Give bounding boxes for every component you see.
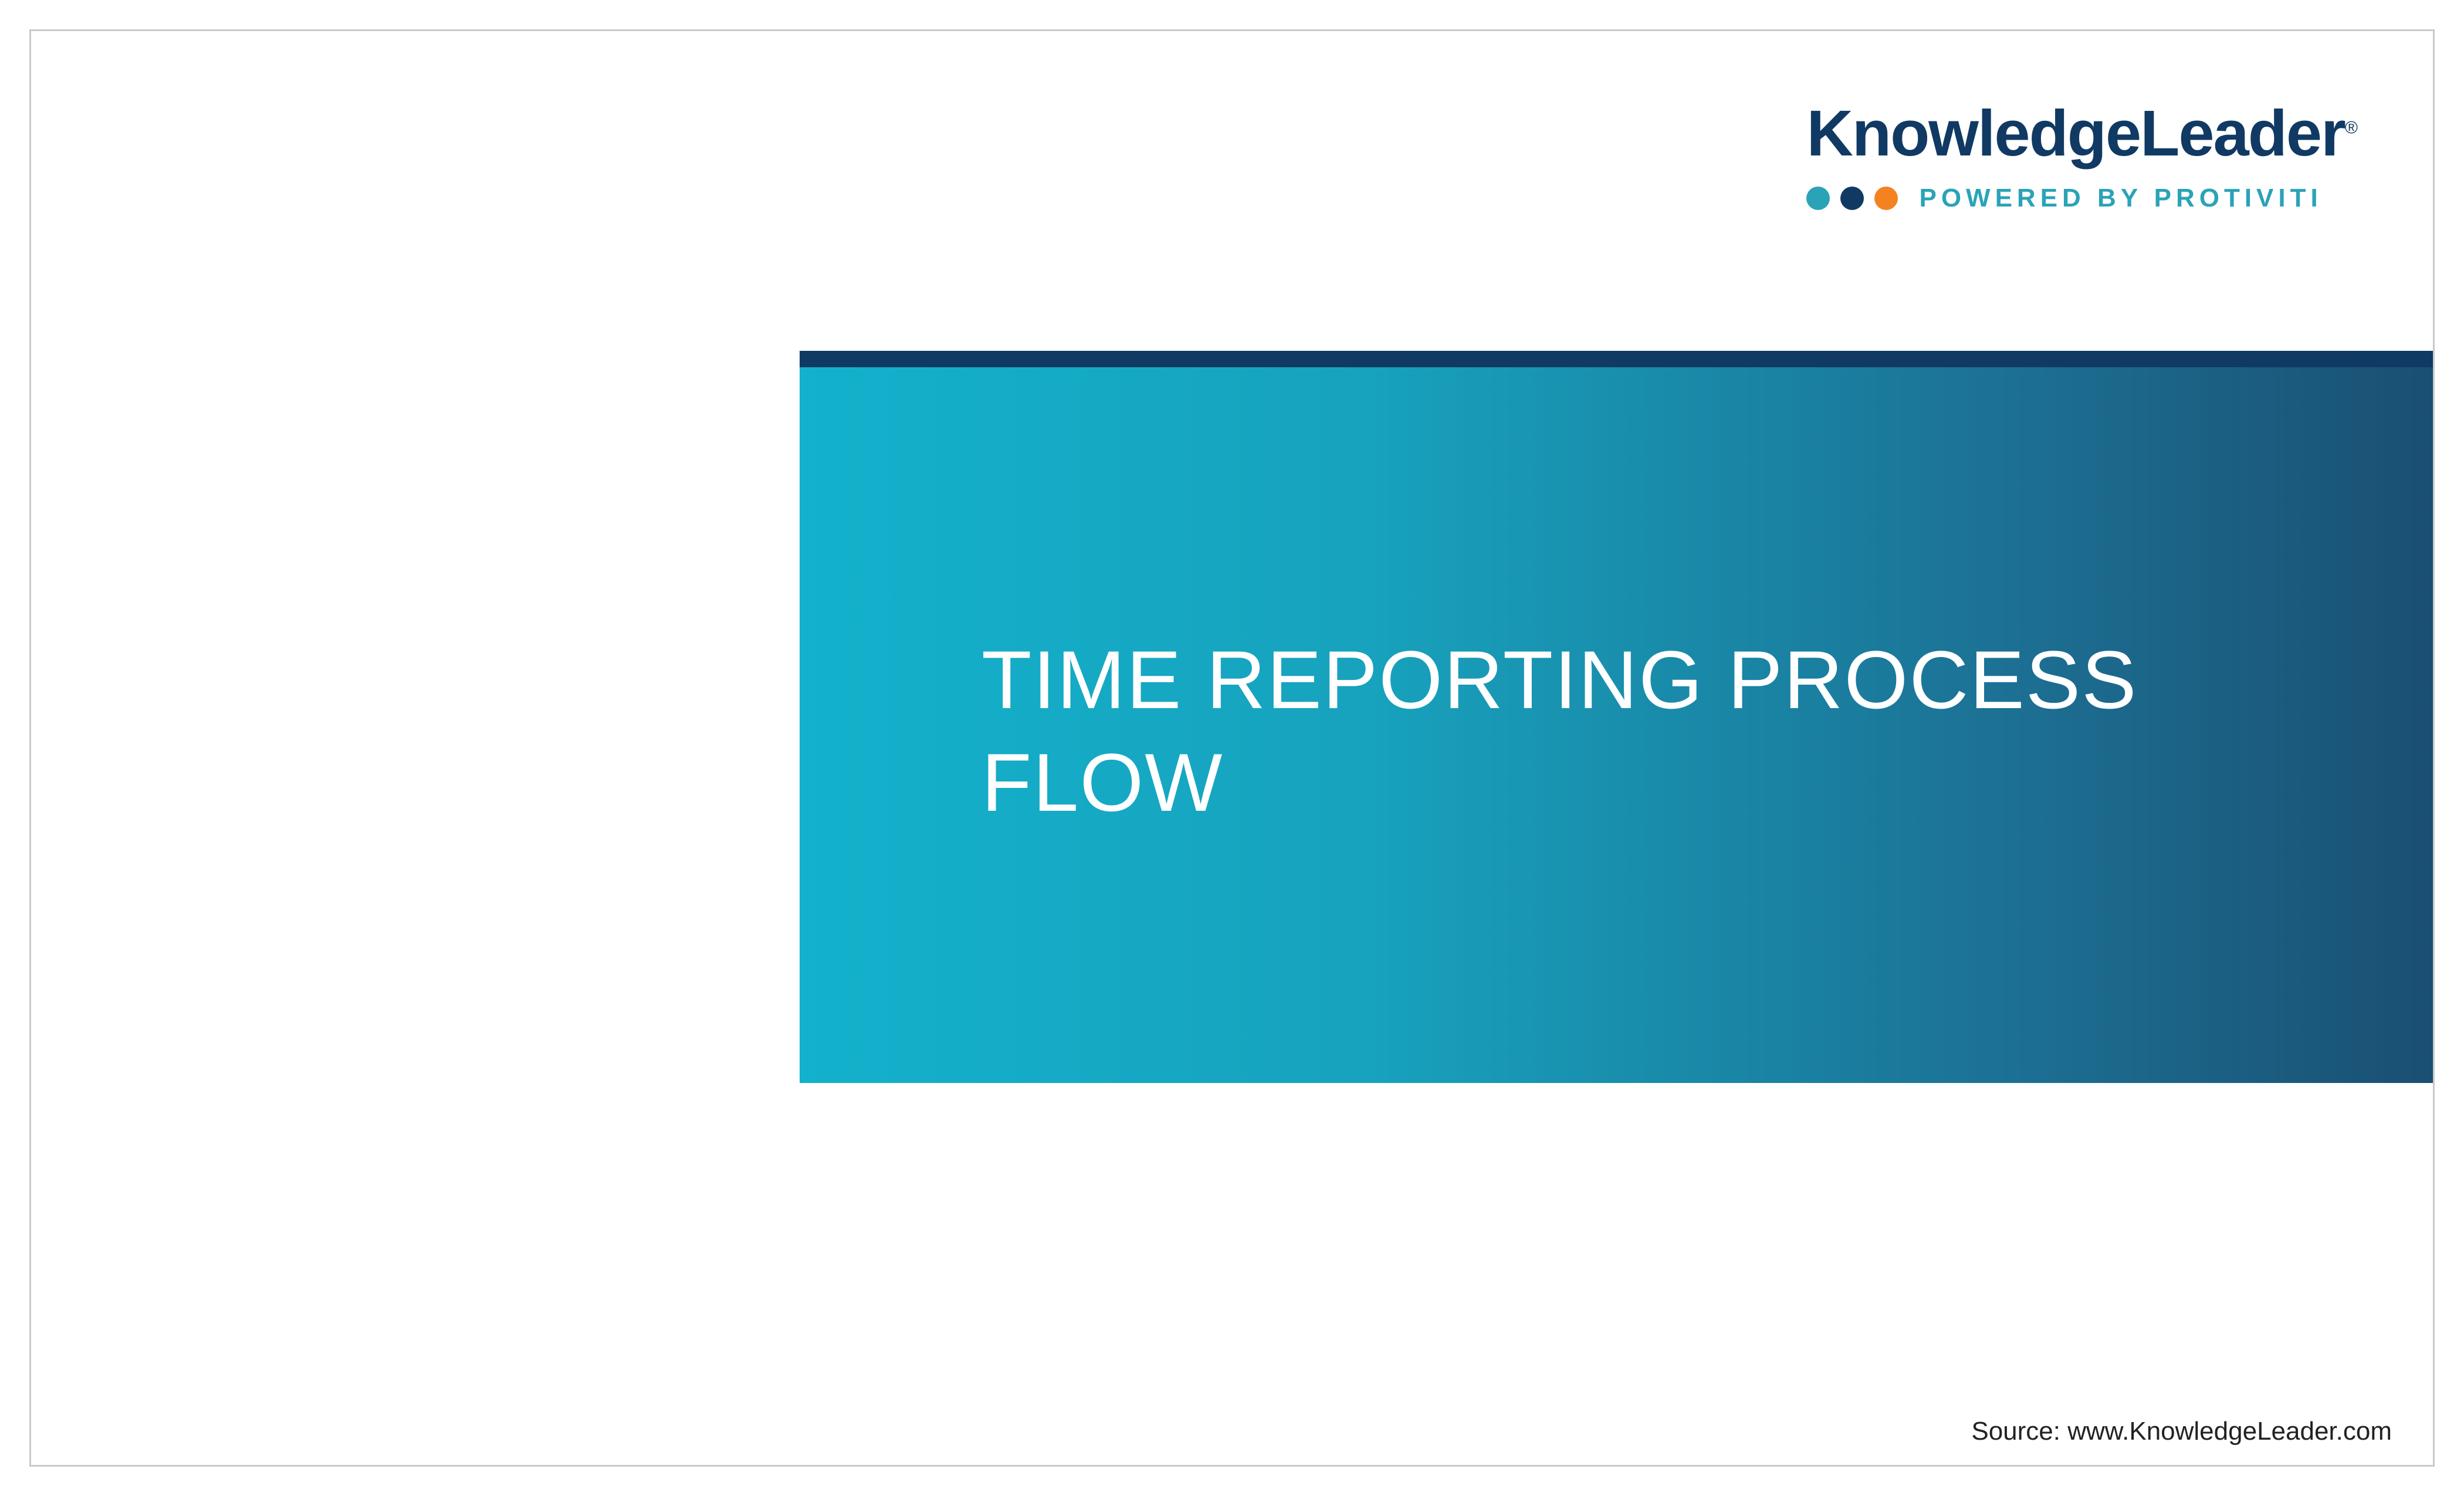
dot-navy-icon bbox=[1840, 187, 1864, 210]
registered-mark: ® bbox=[2345, 118, 2357, 137]
dot-orange-icon bbox=[1874, 187, 1898, 210]
brand-logo: KnowledgeLeader® POWERED BY PROTIVITI bbox=[1806, 101, 2357, 213]
slide-frame: KnowledgeLeader® POWERED BY PROTIVITI TI… bbox=[29, 29, 2435, 1467]
brand-name: KnowledgeLeader® bbox=[1806, 101, 2357, 166]
title-accent-bar bbox=[800, 351, 2433, 367]
brand-tagline: POWERED BY PROTIVITI bbox=[1919, 184, 2322, 213]
brand-subline: POWERED BY PROTIVITI bbox=[1806, 184, 2357, 213]
slide-title: TIME REPORTING PROCESS FLOW bbox=[981, 628, 2363, 834]
title-panel: TIME REPORTING PROCESS FLOW bbox=[800, 367, 2433, 1083]
source-footer: Source: www.KnowledgeLeader.com bbox=[1971, 1417, 2392, 1446]
brand-dots-icon bbox=[1806, 187, 1898, 210]
brand-name-text: KnowledgeLeader bbox=[1806, 97, 2344, 170]
dot-teal-icon bbox=[1806, 187, 1830, 210]
